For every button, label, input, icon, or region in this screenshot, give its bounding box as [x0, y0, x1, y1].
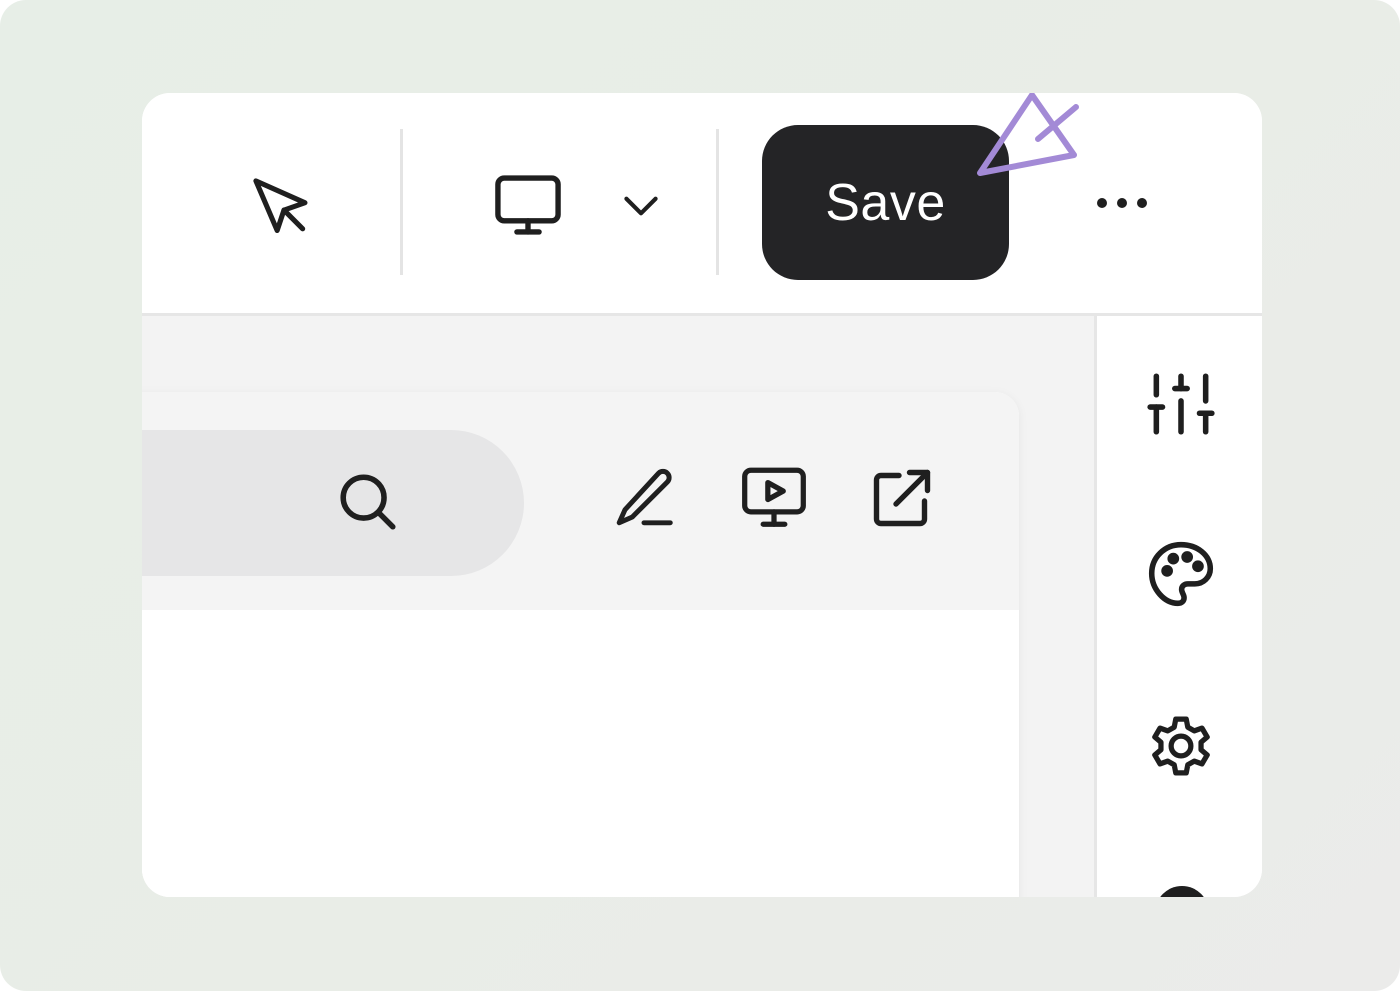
search-field[interactable] — [142, 430, 524, 576]
gear-icon — [1144, 709, 1218, 783]
toolbar-divider — [400, 129, 403, 275]
open-external-button[interactable] — [860, 456, 944, 540]
external-link-icon — [866, 462, 938, 534]
toolbar-divider — [716, 129, 719, 275]
more-options-button[interactable] — [1082, 173, 1162, 233]
monitor-play-icon — [737, 461, 811, 535]
edit-button[interactable] — [604, 458, 684, 538]
more-horizontal-icon — [1092, 193, 1152, 213]
pointer-arrow-icon — [977, 93, 1079, 176]
monitor-icon — [490, 167, 566, 243]
palette-icon — [1144, 537, 1218, 611]
cursor-arrow-icon — [246, 171, 314, 239]
sidebar-item-partial[interactable] — [1155, 886, 1209, 897]
select-tool-button[interactable] — [238, 163, 322, 247]
chevron-down-icon — [616, 180, 666, 230]
search-icon[interactable] — [332, 466, 404, 538]
panel-body — [142, 610, 1019, 897]
preview-panel — [142, 392, 1019, 897]
device-selector[interactable] — [478, 157, 678, 253]
right-sidebar — [1094, 316, 1262, 897]
pencil-icon — [609, 463, 679, 533]
top-toolbar: Save — [142, 93, 1262, 316]
sidebar-item-adjustments[interactable] — [1143, 366, 1219, 442]
app-window: Save — [142, 93, 1262, 897]
panel-header — [142, 392, 1019, 610]
preview-button[interactable] — [732, 456, 816, 540]
sliders-icon — [1144, 367, 1218, 441]
sidebar-item-theme[interactable] — [1143, 536, 1219, 612]
canvas-area — [142, 316, 1094, 897]
sidebar-item-settings[interactable] — [1143, 708, 1219, 784]
